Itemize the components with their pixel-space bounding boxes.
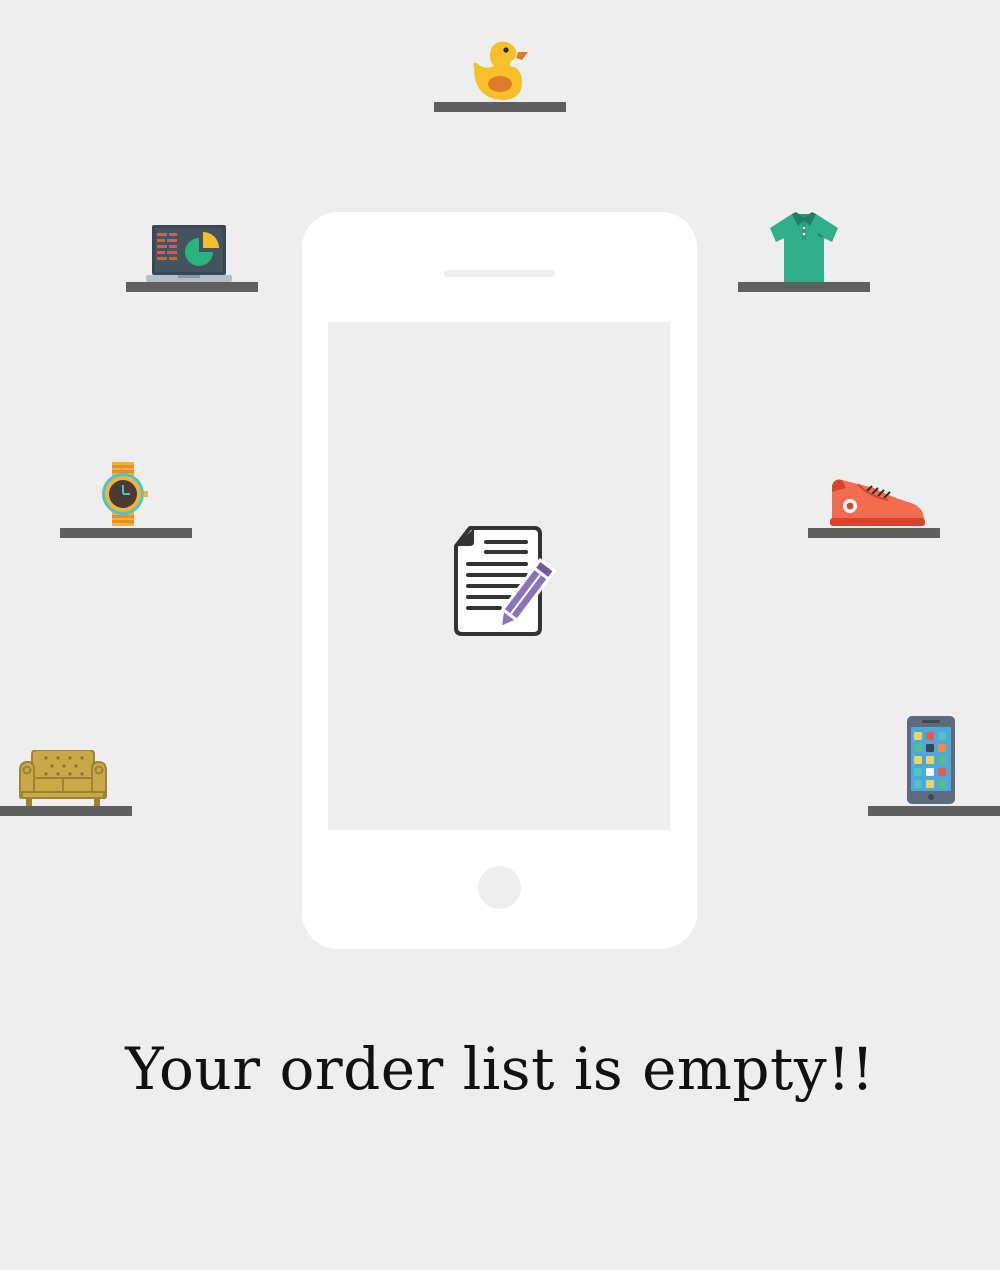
phone-speaker	[444, 270, 555, 277]
phone-frame	[302, 212, 697, 949]
smartphone-icon	[907, 716, 955, 804]
laptop-icon	[146, 225, 232, 282]
shelf	[738, 282, 870, 292]
sofa-icon	[19, 750, 107, 806]
watch-icon	[102, 462, 148, 526]
shelf	[434, 102, 566, 112]
shelf	[0, 806, 132, 816]
document-edit-icon	[454, 526, 556, 636]
shelf	[60, 528, 192, 538]
shelf	[808, 528, 940, 538]
shelf	[126, 282, 258, 292]
shelf	[868, 806, 1000, 816]
phone-home-button	[478, 866, 521, 909]
sneaker-icon	[830, 479, 925, 526]
duck-icon	[473, 41, 528, 100]
empty-state-message: Your order list is empty!!	[125, 1035, 875, 1103]
phone-screen	[328, 322, 670, 830]
shirt-icon	[770, 212, 838, 282]
